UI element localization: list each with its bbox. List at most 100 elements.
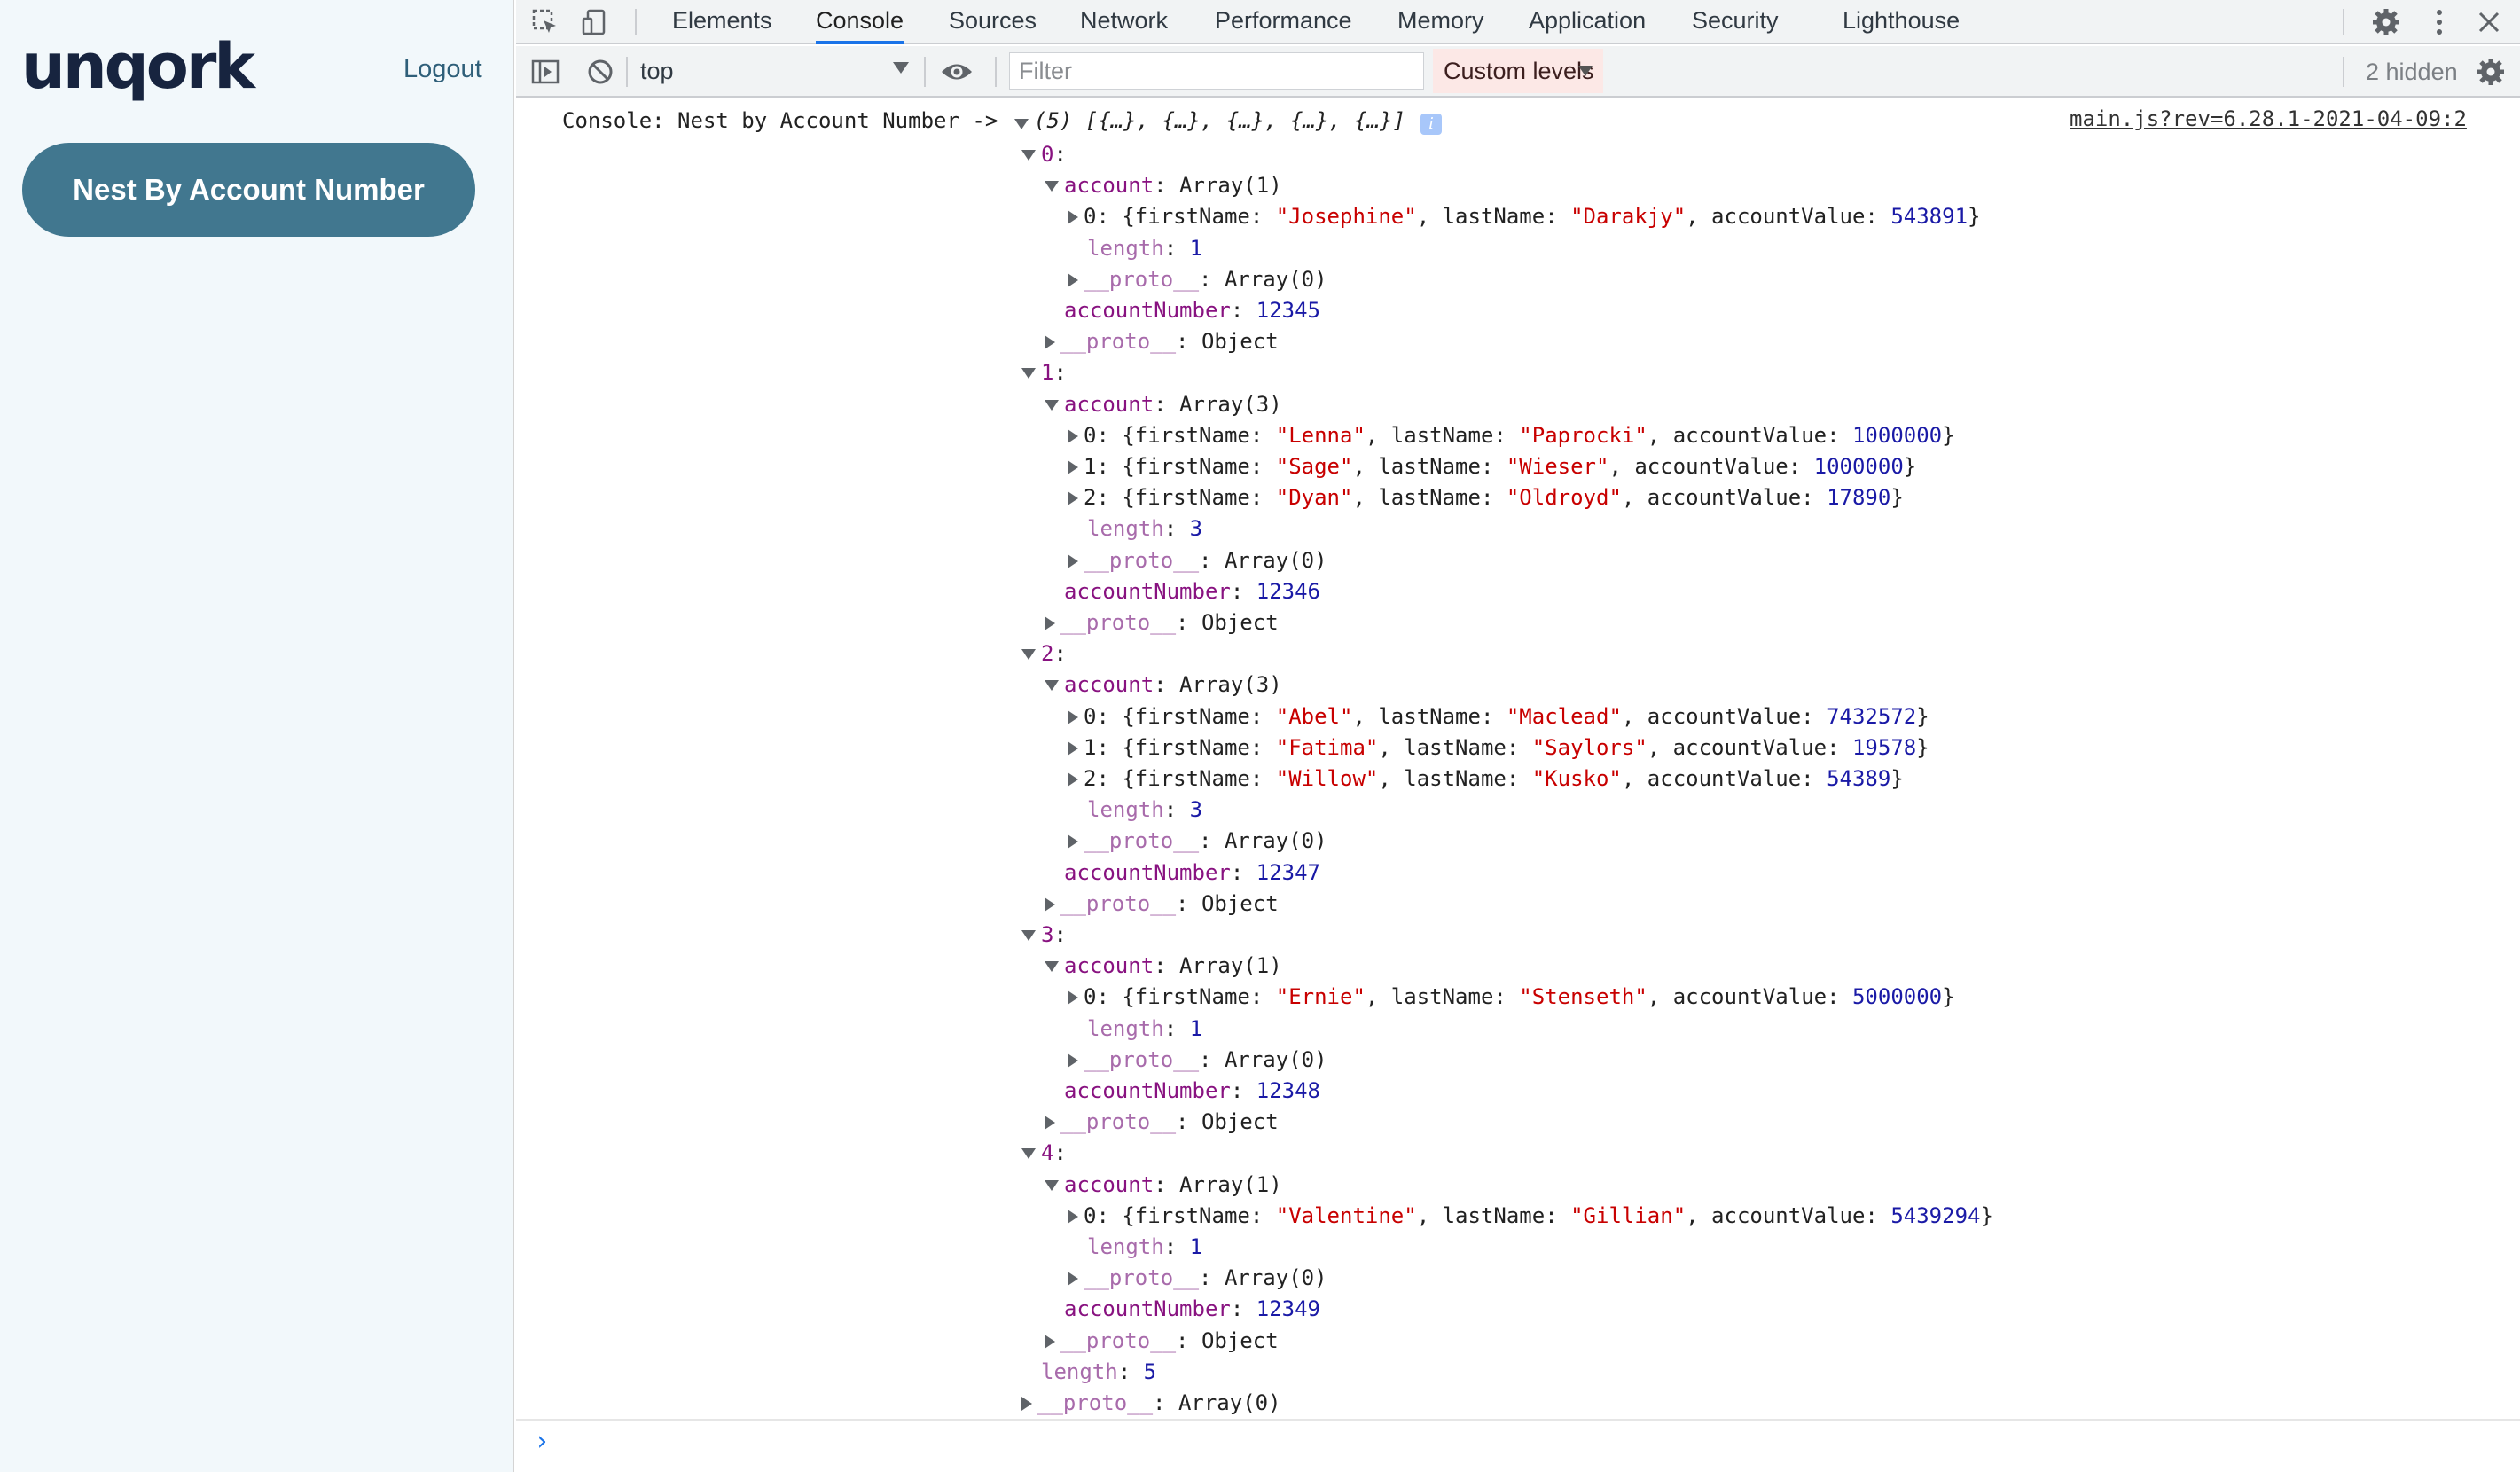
chevron-down-icon bbox=[893, 62, 909, 74]
expand-toggle-icon[interactable] bbox=[1021, 150, 1036, 161]
tree-node-group[interactable]: 0: bbox=[1021, 139, 1067, 170]
tree-node-proto[interactable]: __proto__: Object bbox=[1045, 889, 1279, 920]
expand-toggle-icon[interactable] bbox=[1014, 119, 1029, 129]
expand-toggle-icon[interactable] bbox=[1068, 491, 1078, 505]
tab-security[interactable]: Security bbox=[1692, 0, 1779, 44]
expand-toggle-icon[interactable] bbox=[1068, 273, 1078, 287]
tree-node-entry[interactable]: 2: {firstName: "Willow", lastName: "Kusk… bbox=[1068, 763, 1904, 795]
expand-toggle-icon[interactable] bbox=[1068, 772, 1078, 787]
tab-memory[interactable]: Memory bbox=[1397, 0, 1484, 44]
expand-toggle-icon[interactable] bbox=[1068, 429, 1078, 443]
tree-node-group[interactable]: 2: bbox=[1021, 638, 1067, 669]
tree-node-account[interactable]: account: Array(3) bbox=[1045, 389, 1282, 420]
tree-node-entry[interactable]: 0: {firstName: "Valentine", lastName: "G… bbox=[1068, 1201, 1993, 1232]
expand-toggle-icon[interactable] bbox=[1068, 834, 1078, 849]
tree-token: : bbox=[1117, 1359, 1144, 1384]
expand-toggle-icon[interactable] bbox=[1045, 400, 1059, 411]
expand-toggle-icon[interactable] bbox=[1045, 1335, 1055, 1349]
settings-gear-icon[interactable] bbox=[2369, 5, 2403, 39]
tree-node-entry[interactable]: 0: {firstName: "Josephine", lastName: "D… bbox=[1068, 201, 1980, 232]
live-expression-eye-icon[interactable] bbox=[940, 55, 974, 89]
expand-toggle-icon[interactable] bbox=[1045, 181, 1059, 192]
tree-node-entry[interactable]: 2: {firstName: "Dyan", lastName: "Oldroy… bbox=[1068, 482, 1904, 513]
source-location-link[interactable]: main.js?rev=6.28.1-2021-04-09:2 bbox=[2070, 106, 2467, 131]
tree-node-entry[interactable]: 1: {firstName: "Fatima", lastName: "Sayl… bbox=[1068, 732, 1929, 763]
close-icon[interactable] bbox=[2472, 5, 2506, 39]
inspect-element-icon[interactable] bbox=[528, 5, 562, 39]
tree-token: , accountValue: bbox=[1686, 1203, 1891, 1228]
expand-toggle-icon[interactable] bbox=[1068, 1272, 1078, 1286]
tree-node-account[interactable]: account: Array(3) bbox=[1045, 669, 1282, 701]
tree-node-proto[interactable]: __proto__: Array(0) bbox=[1021, 1388, 1281, 1419]
tree-node-proto[interactable]: __proto__: Object bbox=[1045, 1107, 1279, 1138]
array-summary[interactable]: (5) [{…}, {…}, {…}, {…}, {…}] bbox=[1034, 108, 1405, 133]
expand-toggle-icon[interactable] bbox=[1021, 368, 1036, 379]
filter-input[interactable] bbox=[1009, 52, 1424, 90]
tree-node-proto[interactable]: __proto__: Object bbox=[1045, 607, 1279, 638]
expand-toggle-icon[interactable] bbox=[1068, 990, 1078, 1005]
property-name: account bbox=[1064, 1172, 1154, 1197]
tree-token: : Array(1) bbox=[1154, 953, 1282, 978]
tree-token: : Array(0) bbox=[1199, 1265, 1327, 1290]
expand-toggle-icon[interactable] bbox=[1068, 460, 1078, 474]
log-levels-dropdown[interactable]: Custom levels bbox=[1433, 49, 1603, 93]
tree-node-entry[interactable]: 0: {firstName: "Ernie", lastName: "Stens… bbox=[1068, 982, 1955, 1013]
logout-link[interactable]: Logout bbox=[403, 55, 482, 84]
tree-node-proto[interactable]: __proto__: Array(0) bbox=[1068, 826, 1327, 857]
tree-node-proto[interactable]: __proto__: Array(0) bbox=[1068, 545, 1327, 576]
number-value: 1 bbox=[1189, 1234, 1203, 1259]
expand-toggle-icon[interactable] bbox=[1045, 616, 1055, 630]
tree-node-entry[interactable]: 0: {firstName: "Lenna", lastName: "Papro… bbox=[1068, 420, 1955, 451]
tree-node-account[interactable]: account: Array(1) bbox=[1045, 1170, 1282, 1201]
expand-toggle-icon[interactable] bbox=[1045, 1180, 1059, 1191]
console-settings-gear-icon[interactable] bbox=[2474, 55, 2508, 89]
nest-by-account-number-button[interactable]: Nest By Account Number bbox=[22, 143, 475, 237]
clear-console-icon[interactable] bbox=[583, 55, 617, 89]
expand-toggle-icon[interactable] bbox=[1068, 710, 1078, 724]
tree-node-proto[interactable]: __proto__: Array(0) bbox=[1068, 264, 1327, 295]
device-toolbar-icon[interactable] bbox=[578, 5, 612, 39]
tab-lighthouse[interactable]: Lighthouse bbox=[1843, 0, 1960, 44]
tree-node-group[interactable]: 4: bbox=[1021, 1138, 1067, 1169]
tab-sources[interactable]: Sources bbox=[949, 0, 1037, 44]
tab-console[interactable]: Console bbox=[816, 0, 904, 44]
expand-toggle-icon[interactable] bbox=[1068, 1210, 1078, 1224]
console-prompt[interactable]: › bbox=[534, 1424, 560, 1460]
expand-toggle-icon[interactable] bbox=[1045, 961, 1059, 972]
expand-toggle-icon[interactable] bbox=[1045, 335, 1055, 349]
tree-node-group[interactable]: 1: bbox=[1021, 357, 1067, 388]
expand-toggle-icon[interactable] bbox=[1068, 741, 1078, 756]
tree-node-proto[interactable]: __proto__: Object bbox=[1045, 1326, 1279, 1357]
tree-node-group[interactable]: 3: bbox=[1021, 920, 1067, 951]
expand-toggle-icon[interactable] bbox=[1045, 897, 1055, 912]
info-icon[interactable]: i bbox=[1420, 114, 1442, 135]
number-value: 12345 bbox=[1256, 298, 1320, 323]
string-value: "Paprocki" bbox=[1519, 423, 1647, 448]
expand-toggle-icon[interactable] bbox=[1068, 554, 1078, 568]
tab-network[interactable]: Network bbox=[1080, 0, 1168, 44]
more-options-icon[interactable] bbox=[2422, 5, 2456, 39]
expand-toggle-icon[interactable] bbox=[1021, 1148, 1036, 1159]
array-index: 2 bbox=[1041, 641, 1054, 666]
expand-toggle-icon[interactable] bbox=[1068, 1053, 1078, 1068]
tree-node-proto[interactable]: __proto__: Object bbox=[1045, 326, 1279, 357]
show-sidebar-icon[interactable] bbox=[528, 55, 562, 89]
expand-toggle-icon[interactable] bbox=[1021, 649, 1036, 660]
expand-toggle-icon[interactable] bbox=[1045, 680, 1059, 691]
tree-node-entry[interactable]: 1: {firstName: "Sage", lastName: "Wieser… bbox=[1068, 451, 1916, 482]
tree-node-account[interactable]: account: Array(1) bbox=[1045, 170, 1282, 201]
tree-node-proto[interactable]: __proto__: Array(0) bbox=[1068, 1045, 1327, 1076]
context-select[interactable]: top bbox=[638, 51, 904, 90]
tree-node-proto[interactable]: __proto__: Array(0) bbox=[1068, 1263, 1327, 1294]
tree-node-entry[interactable]: 0: {firstName: "Abel", lastName: "Maclea… bbox=[1068, 701, 1929, 732]
expand-toggle-icon[interactable] bbox=[1021, 1397, 1032, 1411]
tree-token: 2: { bbox=[1084, 766, 1135, 791]
tab-performance[interactable]: Performance bbox=[1215, 0, 1352, 44]
tree-node-account[interactable]: account: Array(1) bbox=[1045, 951, 1282, 982]
tab-application[interactable]: Application bbox=[1529, 0, 1646, 44]
string-value: "Gillian" bbox=[1570, 1203, 1687, 1228]
tab-elements[interactable]: Elements bbox=[672, 0, 772, 44]
expand-toggle-icon[interactable] bbox=[1045, 1116, 1055, 1130]
expand-toggle-icon[interactable] bbox=[1021, 930, 1036, 941]
expand-toggle-icon[interactable] bbox=[1068, 210, 1078, 224]
